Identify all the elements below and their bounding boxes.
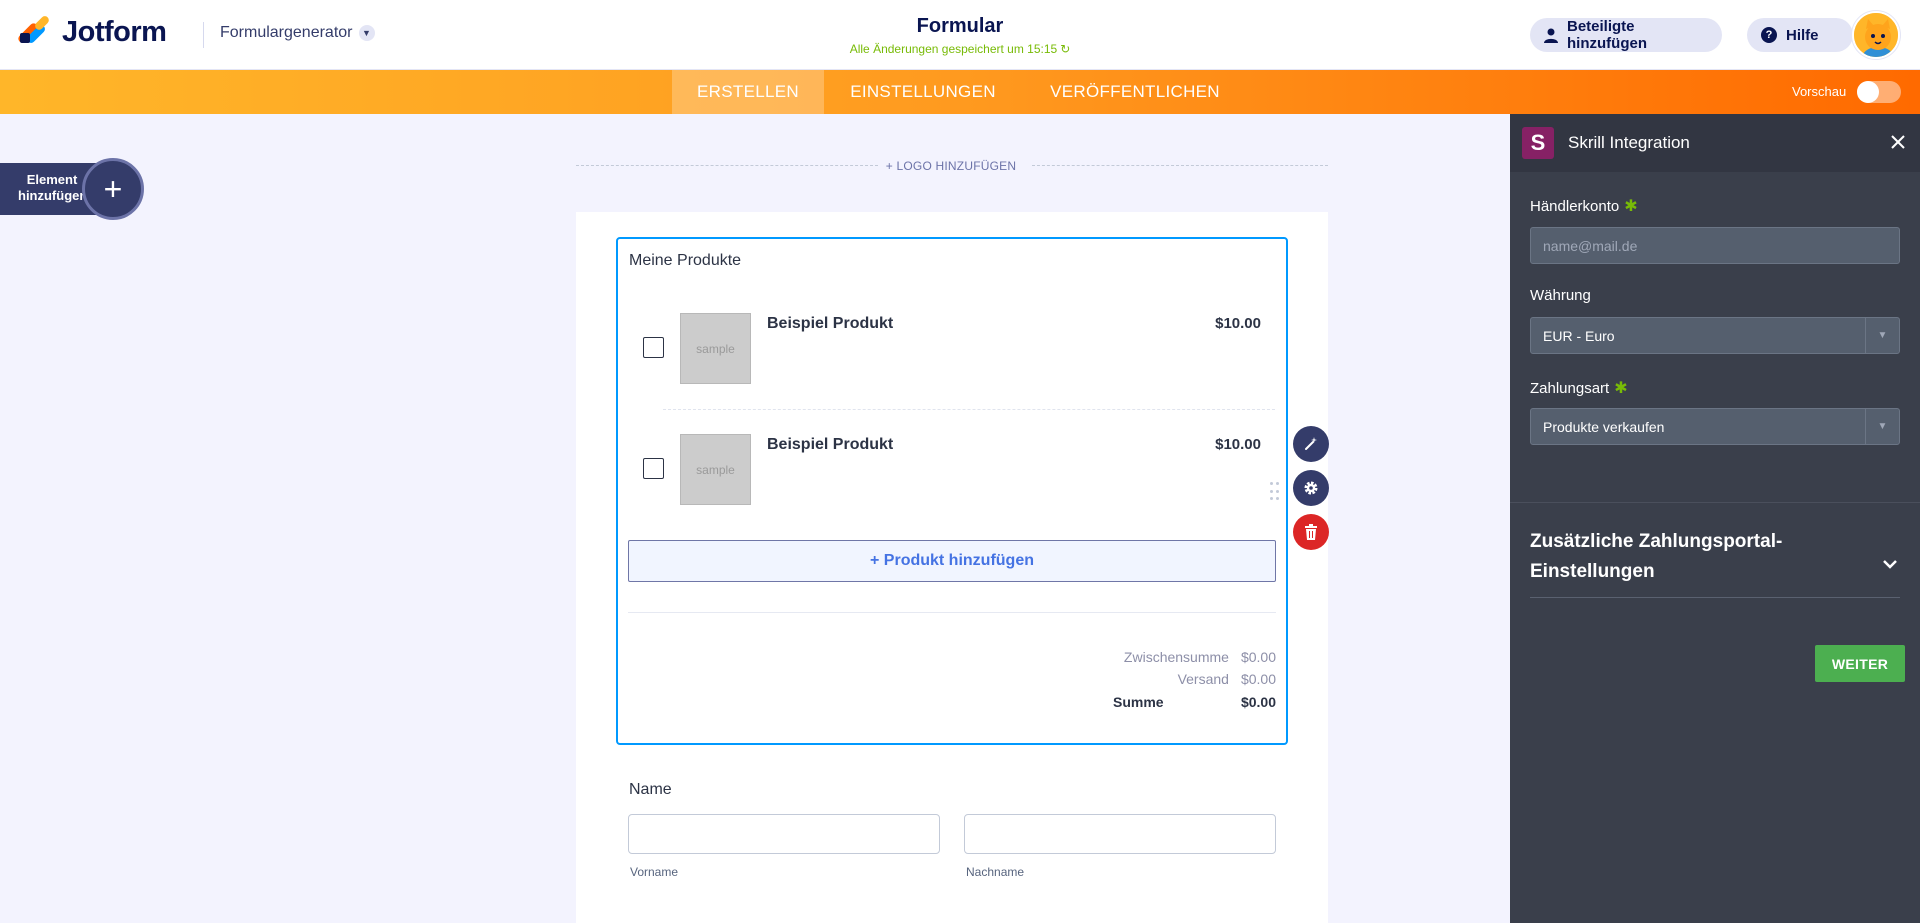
- summary-divider: [628, 612, 1276, 613]
- saved-status-text: Alle Änderungen gespeichert um 15:15: [849, 42, 1058, 56]
- builder-dropdown[interactable]: Formulargenerator ▼: [220, 24, 375, 42]
- panel-divider: [1510, 502, 1920, 503]
- delete-field-button[interactable]: [1293, 514, 1329, 550]
- product-item: sample Beispiel Produkt $10.00: [643, 313, 1263, 384]
- preview-label: Vorschau: [1792, 84, 1847, 99]
- total-row: Summe $0.00: [1040, 694, 1276, 710]
- product-name: Beispiel Produkt: [767, 436, 894, 453]
- payment-type-label-text: Zahlungsart: [1530, 380, 1610, 397]
- trash-icon: [1305, 524, 1317, 540]
- panel-title: Skrill Integration: [1568, 133, 1690, 152]
- additional-settings-toggle[interactable]: Zusätzliche Zahlungsportal-Einstellungen: [1530, 527, 1850, 587]
- add-participants-button[interactable]: Beteiligte hinzufügen: [1530, 18, 1722, 52]
- payment-type-select[interactable]: Produkte verkaufen ▼: [1530, 408, 1900, 445]
- name-field-label[interactable]: Name: [629, 781, 672, 799]
- refresh-icon: ↻: [1060, 42, 1071, 56]
- tab-publish[interactable]: VERÖFFENTLICHEN: [1022, 70, 1248, 114]
- product-name: Beispiel Produkt: [767, 315, 894, 332]
- currency-label: Währung: [1530, 287, 1591, 304]
- shipping-label: Versand: [1177, 671, 1229, 687]
- user-icon: [1544, 28, 1558, 43]
- first-name-sublabel: Vorname: [630, 865, 679, 879]
- total-value: $0.00: [1240, 694, 1276, 710]
- last-name-sublabel: Nachname: [966, 865, 1025, 879]
- field-settings-button[interactable]: [1293, 470, 1329, 506]
- product-field-label[interactable]: Meine Produkte: [629, 252, 741, 270]
- merchant-account-label-text: Händlerkonto: [1530, 198, 1620, 215]
- merchant-email-placeholder: name@mail.de: [1543, 238, 1638, 254]
- logo-divider-right: [1032, 165, 1328, 166]
- currency-select[interactable]: EUR - Euro ▼: [1530, 317, 1900, 354]
- tab-create[interactable]: ERSTELLEN: [672, 70, 824, 114]
- tab-settings[interactable]: EINSTELLUNGEN: [824, 70, 1022, 114]
- product-checkbox[interactable]: [643, 458, 664, 479]
- gear-icon: [1304, 481, 1318, 495]
- preview-toggle[interactable]: [1857, 81, 1901, 103]
- currency-value: EUR - Euro: [1543, 328, 1615, 344]
- payment-type-label: Zahlungsart ✱: [1530, 378, 1628, 398]
- preview-toggle-knob: [1857, 81, 1879, 103]
- panel-header: S Skrill Integration: [1510, 114, 1920, 172]
- product-checkbox[interactable]: [643, 337, 664, 358]
- chevron-down-icon: ▼: [358, 25, 375, 41]
- product-image-text: sample: [696, 341, 735, 356]
- product-image-text: sample: [696, 462, 735, 477]
- shipping-row: Versand $0.00: [1040, 671, 1276, 687]
- product-image: sample: [680, 313, 751, 384]
- avatar[interactable]: [1852, 11, 1900, 59]
- product-price: $10.00: [1215, 436, 1261, 453]
- close-icon[interactable]: [1886, 130, 1910, 154]
- skrill-settings-panel: S Skrill Integration Händlerkonto ✱ name@…: [1510, 114, 1920, 923]
- logo-divider-left: [576, 165, 878, 166]
- jotform-logo-icon: [16, 14, 52, 49]
- logo-text: Jotform: [62, 15, 167, 48]
- required-star-icon: ✱: [1624, 198, 1638, 215]
- chevron-down-icon[interactable]: [1882, 556, 1898, 574]
- plus-icon[interactable]: +: [82, 158, 144, 220]
- add-logo-button[interactable]: + LOGO HINZUFÜGEN: [878, 159, 1024, 173]
- builder-nav: ERSTELLEN EINSTELLUNGEN VERÖFFENTLICHEN: [0, 70, 1920, 114]
- add-participants-label: Beteiligte hinzufügen: [1567, 18, 1647, 52]
- required-star-icon: ✱: [1614, 380, 1628, 397]
- skrill-logo-letter: S: [1530, 130, 1546, 155]
- top-bar: Jotform Formulargenerator ▼ Formular All…: [0, 0, 1920, 70]
- merchant-email-input[interactable]: name@mail.de: [1530, 227, 1900, 264]
- subtotal-label: Zwischensumme: [1123, 649, 1229, 665]
- avatar-cat-icon: [1854, 13, 1898, 57]
- add-element-label-line1: Element: [26, 172, 78, 187]
- drag-handle-icon[interactable]: [1270, 482, 1280, 502]
- wand-button[interactable]: [1293, 426, 1329, 462]
- add-element-label-line2: hinzufügen: [18, 188, 88, 203]
- add-product-button[interactable]: + Produkt hinzufügen: [628, 540, 1276, 582]
- shipping-value: $0.00: [1240, 671, 1276, 687]
- subtotal-value: $0.00: [1240, 649, 1276, 665]
- chevron-down-icon: ▼: [1865, 409, 1899, 444]
- product-divider: [663, 409, 1275, 410]
- help-icon: ?: [1761, 27, 1777, 43]
- total-label: Summe: [1113, 694, 1164, 710]
- chevron-down-icon: ▼: [1865, 318, 1899, 353]
- last-name-input[interactable]: [964, 814, 1276, 854]
- skrill-logo-icon: S: [1522, 127, 1554, 159]
- subtotal-row: Zwischensumme $0.00: [1040, 649, 1276, 665]
- builder-label: Formulargenerator: [220, 24, 353, 41]
- product-image: sample: [680, 434, 751, 505]
- first-name-input[interactable]: [628, 814, 940, 854]
- merchant-account-label: Händlerkonto ✱: [1530, 196, 1638, 216]
- product-price: $10.00: [1215, 315, 1261, 332]
- magic-wand-icon: [1305, 437, 1317, 450]
- jotform-logo[interactable]: Jotform: [16, 14, 167, 49]
- product-item: sample Beispiel Produkt $10.00: [643, 434, 1263, 505]
- additional-settings-underline: [1530, 597, 1900, 598]
- help-button[interactable]: ? Hilfe: [1747, 18, 1853, 52]
- help-label: Hilfe: [1786, 26, 1819, 44]
- payment-type-value: Produkte verkaufen: [1543, 419, 1665, 435]
- header-divider: [203, 22, 204, 48]
- next-button[interactable]: WEITER: [1815, 645, 1905, 682]
